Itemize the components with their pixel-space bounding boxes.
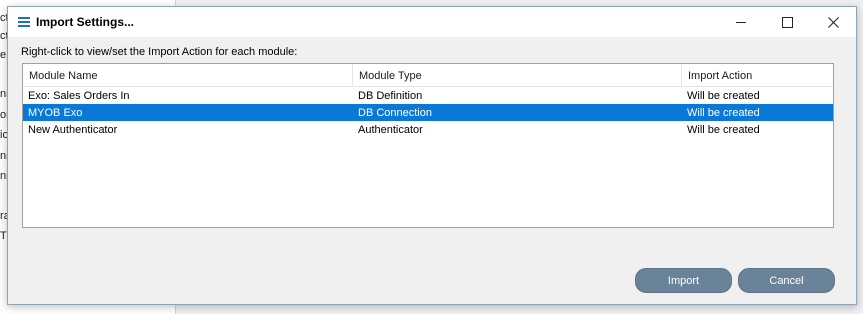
cell-module-type: DB Definition [358,89,423,102]
cell-module-type: DB Connection [358,106,432,119]
close-button[interactable] [810,7,856,37]
cell-module-name: Exo: Sales Orders In [28,89,130,102]
instruction-text: Right-click to view/set the Import Actio… [21,46,298,58]
minimize-icon [736,21,746,23]
column-header-import-action[interactable]: Import Action [682,64,831,86]
dialog-titlebar[interactable]: Import Settings... [8,7,856,37]
table-row[interactable]: MYOB Exo DB Connection Will be created [23,104,833,121]
close-icon [827,16,839,28]
table-row[interactable]: Exo: Sales Orders In DB Definition Will … [23,87,833,104]
import-button[interactable]: Import [635,268,732,293]
maximize-icon [781,16,793,28]
column-header-module-type[interactable]: Module Type [353,64,682,86]
table-header: Module Name Module Type Import Action [23,64,833,87]
cell-module-name: MYOB Exo [28,106,83,119]
cell-import-action: Will be created [687,89,760,102]
cancel-button[interactable]: Cancel [738,268,835,293]
cell-import-action: Will be created [687,123,760,136]
menu-lines-icon [18,17,30,27]
cell-module-name: New Authenticator [28,123,118,136]
maximize-button[interactable] [764,7,810,37]
cell-module-type: Authenticator [358,123,423,136]
column-header-module-name[interactable]: Module Name [23,64,353,86]
modules-table[interactable]: Module Name Module Type Import Action Ex… [22,63,834,228]
cell-import-action: Will be created [687,106,760,119]
dialog-title: Import Settings... [36,15,135,29]
import-settings-dialog: Import Settings... Right-click to view/s… [7,6,857,305]
table-row[interactable]: New Authenticator Authenticator Will be … [23,121,833,138]
minimize-button[interactable] [718,7,764,37]
